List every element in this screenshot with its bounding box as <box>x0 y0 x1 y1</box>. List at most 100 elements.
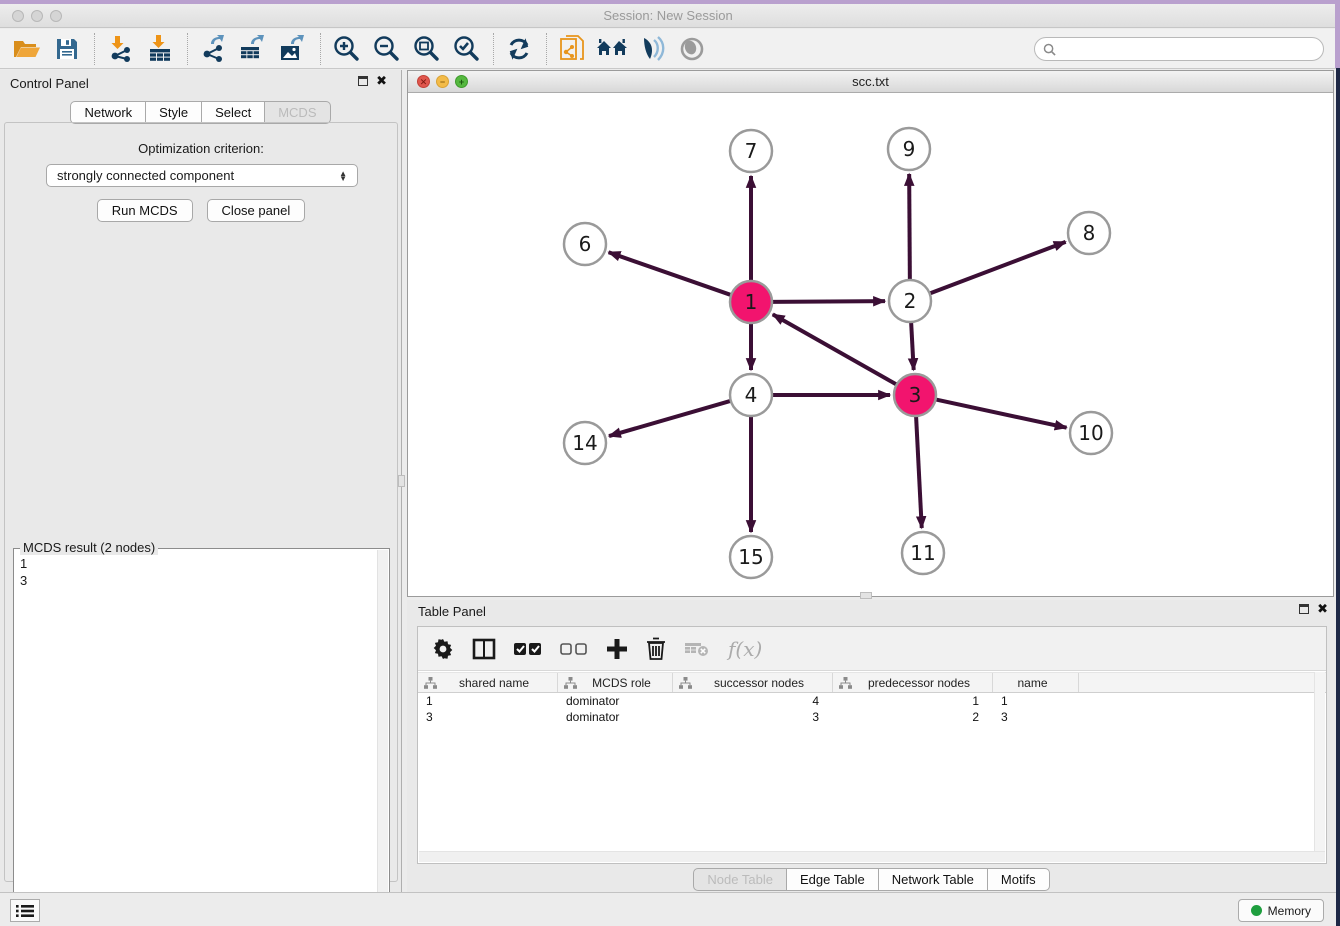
vertical-splitter-handle[interactable] <box>398 475 405 487</box>
node-10[interactable]: 10 <box>1070 412 1112 454</box>
table-container: f(x) shared nameMCDS rolesuccessor nodes… <box>417 626 1327 864</box>
column-header-successor-nodes[interactable]: successor nodes <box>673 673 833 692</box>
show-columns-icon[interactable] <box>472 637 496 661</box>
edge-2-9[interactable] <box>909 174 910 280</box>
node-7[interactable]: 7 <box>730 130 772 172</box>
svg-text:8: 8 <box>1083 221 1096 245</box>
search-input[interactable] <box>1061 42 1323 56</box>
node-15[interactable]: 15 <box>730 536 772 578</box>
node-1[interactable]: 1 <box>730 281 772 323</box>
criterion-dropdown[interactable]: strongly connected component ▲▼ <box>46 164 358 187</box>
export-table-icon[interactable] <box>236 33 270 65</box>
node-3[interactable]: 3 <box>894 374 936 416</box>
svg-text:7: 7 <box>745 139 758 163</box>
node-6[interactable]: 6 <box>564 223 606 265</box>
float-table-panel-icon[interactable] <box>1299 604 1309 614</box>
select-all-columns-icon[interactable] <box>514 642 542 656</box>
tab-style[interactable]: Style <box>146 101 202 124</box>
table-cell: 3 <box>993 709 1079 725</box>
control-panel-tabs: NetworkStyleSelectMCDS <box>0 101 401 124</box>
svg-text:11: 11 <box>910 541 935 565</box>
network-titlebar[interactable]: ✕ − + scc.txt <box>408 71 1333 93</box>
node-14[interactable]: 14 <box>564 422 606 464</box>
window-title: Session: New Session <box>0 8 1336 23</box>
tab-edge-table[interactable]: Edge Table <box>787 868 879 891</box>
toolbar-separator <box>493 33 494 65</box>
zoom-selected-icon[interactable] <box>449 33 483 65</box>
search-box[interactable] <box>1034 37 1324 61</box>
toolbar-separator <box>320 33 321 65</box>
mcds-result-scrollbar[interactable] <box>377 550 388 924</box>
table-hscrollbar[interactable] <box>419 851 1325 862</box>
table-cell: dominator <box>558 709 673 725</box>
column-header-name[interactable]: name <box>993 673 1079 692</box>
tab-select[interactable]: Select <box>202 101 265 124</box>
edge-1-2[interactable] <box>772 301 885 302</box>
tab-network[interactable]: Network <box>70 101 146 124</box>
add-row-icon[interactable] <box>606 638 628 660</box>
tab-network-table[interactable]: Network Table <box>879 868 988 891</box>
tab-node-table[interactable]: Node Table <box>693 868 787 891</box>
node-2[interactable]: 2 <box>889 280 931 322</box>
table-settings-icon[interactable] <box>432 638 454 660</box>
edge-3-11[interactable] <box>916 416 922 528</box>
horizontal-splitter-handle[interactable] <box>860 592 872 599</box>
table-header-row: shared nameMCDS rolesuccessor nodesprede… <box>418 672 1326 693</box>
run-mcds-button[interactable]: Run MCDS <box>97 199 193 222</box>
table-row[interactable]: 3dominator323 <box>418 709 1326 725</box>
table-tabs: Node TableEdge TableNetwork TableMotifs <box>407 868 1336 891</box>
birds-eye-view-icon[interactable] <box>675 33 709 65</box>
zoom-out-icon[interactable] <box>369 33 403 65</box>
zoom-fit-icon[interactable] <box>409 33 443 65</box>
import-network-icon[interactable] <box>103 33 137 65</box>
save-session-icon[interactable] <box>50 33 84 65</box>
node-8[interactable]: 8 <box>1068 212 1110 254</box>
memory-button[interactable]: Memory <box>1238 899 1324 922</box>
float-panel-icon[interactable] <box>358 76 368 86</box>
table-vscrollbar[interactable] <box>1314 672 1325 851</box>
table-row[interactable]: 1dominator411 <box>418 693 1326 709</box>
zoom-in-icon[interactable] <box>329 33 363 65</box>
graphics-details-icon[interactable] <box>635 33 669 65</box>
network-title: scc.txt <box>408 74 1333 89</box>
edge-4-14[interactable] <box>609 401 731 436</box>
node-11[interactable]: 11 <box>902 532 944 574</box>
tab-mcds[interactable]: MCDS <box>265 101 330 124</box>
edge-3-10[interactable] <box>936 399 1067 427</box>
edge-2-8[interactable] <box>930 242 1066 294</box>
edge-1-6[interactable] <box>609 252 732 295</box>
close-panel-button[interactable]: Close panel <box>207 199 306 222</box>
table-cell: dominator <box>558 693 673 709</box>
node-4[interactable]: 4 <box>730 374 772 416</box>
tab-motifs[interactable]: Motifs <box>988 868 1050 891</box>
close-panel-icon[interactable]: ✖ <box>376 76 387 86</box>
column-header-mcds-role[interactable]: MCDS role <box>558 673 673 692</box>
edge-3-1[interactable] <box>773 314 897 384</box>
clone-network-icon[interactable] <box>555 33 589 65</box>
column-header-predecessor-nodes[interactable]: predecessor nodes <box>833 673 993 692</box>
svg-text:6: 6 <box>579 232 592 256</box>
toolbar-separator <box>94 33 95 65</box>
home-layout-icon[interactable] <box>595 33 629 65</box>
svg-text:14: 14 <box>572 431 597 455</box>
network-window: ✕ − + scc.txt 7 9 6 8 1 2 4 3 14 10 15 11 <box>407 70 1334 597</box>
table-cell: 4 <box>673 693 833 709</box>
control-panel-title: Control Panel <box>10 76 89 91</box>
network-canvas-svg[interactable]: 7 9 6 8 1 2 4 3 14 10 15 11 <box>408 93 1333 596</box>
refresh-layout-icon[interactable] <box>502 33 536 65</box>
export-network-icon[interactable] <box>196 33 230 65</box>
import-table-icon[interactable] <box>143 33 177 65</box>
column-header-shared-name[interactable]: shared name <box>418 673 558 692</box>
delete-column-icon[interactable] <box>684 640 710 658</box>
table-body: 1dominator4113dominator323 <box>418 693 1326 725</box>
delete-row-icon[interactable] <box>646 637 666 661</box>
open-session-icon[interactable] <box>10 33 44 65</box>
node-9[interactable]: 9 <box>888 128 930 170</box>
apply-function-icon[interactable]: f(x) <box>728 637 762 661</box>
close-table-panel-icon[interactable]: ✖ <box>1317 604 1328 614</box>
table-panel-title: Table Panel <box>418 604 486 619</box>
edge-2-3[interactable] <box>911 322 914 370</box>
deselect-all-columns-icon[interactable] <box>560 642 588 656</box>
export-image-icon[interactable] <box>276 33 310 65</box>
task-history-button[interactable] <box>10 899 40 922</box>
